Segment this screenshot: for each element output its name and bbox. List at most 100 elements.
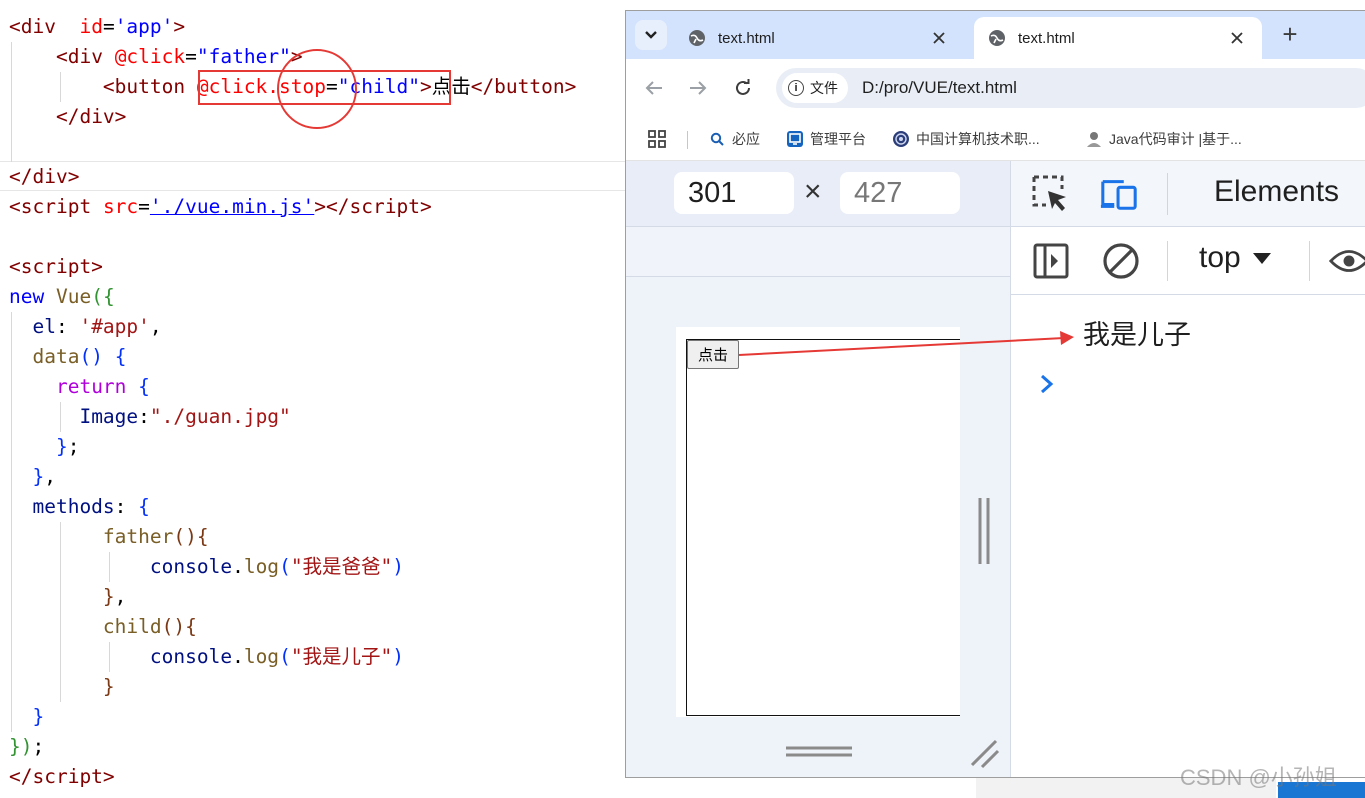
- device-width-input[interactable]: 301: [674, 172, 794, 214]
- code-token: console: [149, 555, 233, 578]
- code-token: =: [185, 45, 197, 68]
- code-token: '#app': [79, 315, 150, 338]
- code-token: new: [9, 285, 45, 308]
- dimension-times-sign: ×: [804, 175, 822, 208]
- close-tab-button[interactable]: [1226, 27, 1248, 49]
- chevron-down-icon: [645, 31, 657, 39]
- toggle-sidebar-button[interactable]: [1031, 241, 1071, 281]
- code-token: </: [9, 765, 33, 788]
- apps-button[interactable]: [648, 117, 666, 161]
- code-token: (: [279, 645, 291, 668]
- eye-icon: [1329, 250, 1365, 272]
- tab-title: text.html: [718, 29, 775, 47]
- code-token: el: [32, 315, 56, 338]
- code-token: }: [102, 675, 115, 698]
- code-token: ({: [91, 285, 115, 308]
- site-info-chip[interactable]: i 文件: [782, 73, 848, 103]
- tab-elements[interactable]: Elements: [1214, 175, 1339, 209]
- back-button[interactable]: [640, 74, 668, 102]
- code-line: };: [9, 432, 80, 462]
- devtools-panel: Elements top 我是儿子: [1010, 161, 1365, 777]
- bookmark-separator: [687, 131, 688, 149]
- inspect-element-button[interactable]: [1031, 174, 1071, 214]
- code-line: new Vue({: [9, 282, 115, 312]
- browser-toolbar: i 文件 D:/pro/VUE/text.html: [626, 59, 1365, 117]
- bookmark-item[interactable]: 必应: [708, 117, 760, 161]
- code-line: </script>: [9, 762, 115, 792]
- inspect-cursor-icon: [1032, 175, 1066, 211]
- code-token: =: [102, 15, 115, 38]
- bookmark-label: 管理平台: [810, 131, 866, 147]
- current-line-highlight: [0, 161, 626, 191]
- code-line: <div id='app'>: [9, 12, 185, 42]
- globe-icon: [989, 30, 1005, 46]
- bookmark-item[interactable]: Java代码审计 |基于...: [1085, 117, 1242, 161]
- forward-button[interactable]: [684, 74, 712, 102]
- console-prompt[interactable]: [1039, 373, 1059, 397]
- code-token: data: [32, 345, 80, 368]
- bookmark-item[interactable]: 管理平台: [786, 117, 866, 161]
- click-button[interactable]: 点击: [687, 340, 739, 369]
- bookmark-label: Java代码审计 |基于...: [1109, 131, 1242, 147]
- grip-horizontal-icon: [786, 746, 852, 757]
- code-editor[interactable]: <div id='app'> <div @click="father"> <bu…: [0, 0, 626, 798]
- code-token: ></: [314, 195, 350, 218]
- tab-inactive[interactable]: text.html: [674, 17, 964, 59]
- code-token: Image: [79, 405, 139, 428]
- apps-grid-icon: [648, 130, 666, 148]
- code-token: {: [138, 495, 150, 518]
- code-token: father: [102, 525, 174, 548]
- code-token: ): [392, 645, 405, 668]
- code-token: ,: [44, 465, 56, 488]
- device-height-input[interactable]: 427: [840, 172, 960, 214]
- code-token: }): [9, 735, 33, 758]
- horizontal-resize-handle[interactable]: [786, 744, 852, 760]
- clear-console-button[interactable]: [1101, 241, 1141, 281]
- toolbar-separator: [1167, 241, 1168, 281]
- code-token: return: [55, 375, 127, 398]
- code-token: {: [196, 525, 209, 548]
- bookmark-item[interactable]: 中国计算机技术职...: [892, 117, 1040, 161]
- code-token: src: [102, 195, 139, 218]
- new-tab-button[interactable]: +: [1276, 21, 1304, 49]
- code-token: :: [55, 315, 80, 338]
- tab-active[interactable]: text.html: [974, 17, 1262, 59]
- device-toolbar-button[interactable]: [1099, 174, 1139, 214]
- address-bar[interactable]: i 文件 D:/pro/VUE/text.html: [776, 68, 1365, 108]
- code-token: {: [114, 345, 127, 368]
- resize-corner-icon: [970, 739, 1000, 769]
- code-token: (): [79, 345, 103, 368]
- code-token: </div>: [9, 165, 80, 188]
- devtools-tab-bar: Elements: [1011, 161, 1365, 227]
- close-tab-button[interactable]: [928, 27, 950, 49]
- code-token: <div: [9, 15, 56, 38]
- code-token: (): [173, 525, 197, 548]
- live-expression-button[interactable]: [1329, 241, 1365, 281]
- browser-window: text.html text.html + i 文件 D:/pro/VUE/te…: [625, 10, 1365, 778]
- media-query-bar: [626, 227, 1010, 277]
- tab-search-button[interactable]: [635, 20, 667, 50]
- chevron-right-icon: [1041, 374, 1054, 394]
- code-token: child: [102, 615, 162, 638]
- reload-button[interactable]: [729, 74, 757, 102]
- highlight-circle: [277, 49, 357, 129]
- code-token: ,: [149, 315, 162, 338]
- code-token: id: [79, 15, 103, 38]
- vertical-resize-handle[interactable]: [976, 498, 992, 564]
- bookmark-label: 中国计算机技术职...: [916, 131, 1040, 147]
- context-selector[interactable]: top: [1199, 241, 1271, 275]
- code-token: ;: [67, 435, 80, 458]
- code-line: console.log("我是爸爸"): [9, 552, 404, 582]
- corner-resize-handle[interactable]: [966, 735, 1000, 769]
